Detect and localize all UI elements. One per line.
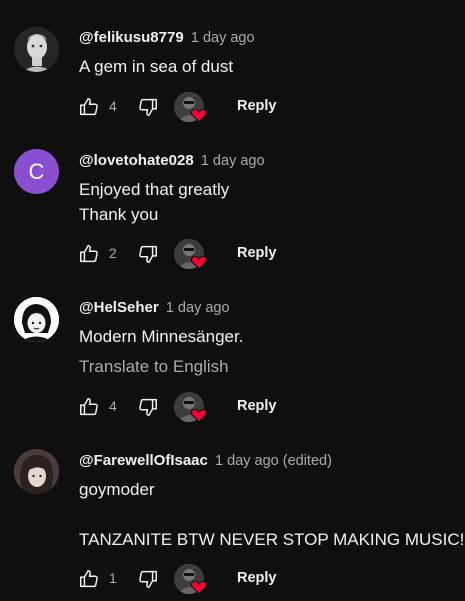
- creator-heart-badge: [174, 92, 208, 124]
- comment-actions: 1 Reply: [0, 564, 465, 596]
- user-avatar[interactable]: [14, 27, 59, 72]
- creator-heart-icon: [190, 408, 208, 423]
- like-count: 2: [109, 245, 117, 261]
- creator-heart-badge: [174, 239, 208, 271]
- comment-actions: 4 Reply: [0, 92, 465, 124]
- thumbs-down-icon[interactable]: [137, 568, 159, 590]
- thumbs-up-icon[interactable]: [78, 568, 100, 590]
- thumbs-down-icon[interactable]: [137, 396, 159, 418]
- user-avatar[interactable]: [14, 449, 59, 494]
- avatar-letter: C: [28, 158, 45, 184]
- comment-text: Enjoyed that greatly: [79, 180, 230, 199]
- comment-timestamp[interactable]: 1 day ago (edited): [215, 453, 332, 469]
- comment-header: @lovetohate028 1 day ago: [79, 152, 265, 170]
- comment-text: A gem in sea of dust: [79, 57, 234, 76]
- comment-text: goymoder: [79, 480, 155, 499]
- comment-actions: 4 Reply: [0, 392, 465, 424]
- author-handle[interactable]: @felikusu8779: [79, 29, 184, 46]
- comment-header: @FarewellOfIsaac 1 day ago (edited): [79, 452, 332, 470]
- like-count: 4: [109, 98, 117, 114]
- thumbs-up-icon[interactable]: [78, 396, 100, 418]
- comment-timestamp[interactable]: 1 day ago: [166, 300, 230, 316]
- photo-avatar-image: [14, 449, 59, 494]
- author-handle[interactable]: @HelSeher: [79, 299, 159, 316]
- thumbs-down-icon[interactable]: [137, 96, 159, 118]
- translate-link[interactable]: Translate to English: [79, 357, 229, 377]
- comment-text: Thank you: [79, 205, 159, 224]
- statue-avatar-image: [14, 27, 59, 72]
- comment-header: @HelSeher 1 day ago: [79, 299, 230, 317]
- creator-heart-badge: [174, 392, 208, 424]
- reply-button[interactable]: Reply: [237, 98, 277, 114]
- face-avatar-image: [14, 297, 59, 342]
- thumbs-down-icon[interactable]: [137, 243, 159, 265]
- like-count: 4: [109, 398, 117, 414]
- reply-button[interactable]: Reply: [237, 398, 277, 414]
- reply-button[interactable]: Reply: [237, 570, 277, 586]
- like-count: 1: [109, 570, 117, 586]
- comment-timestamp[interactable]: 1 day ago: [191, 30, 255, 46]
- creator-heart-icon: [190, 580, 208, 595]
- thumbs-up-icon[interactable]: [78, 243, 100, 265]
- comment-text: TANZANITE BTW NEVER STOP MAKING MUSIC!: [79, 530, 465, 549]
- author-handle[interactable]: @FarewellOfIsaac: [79, 452, 208, 469]
- thumbs-up-icon[interactable]: [78, 96, 100, 118]
- author-handle[interactable]: @lovetohate028: [79, 152, 194, 169]
- comment-actions: 2 Reply: [0, 239, 465, 271]
- comment-header: @felikusu8779 1 day ago: [79, 29, 255, 47]
- creator-heart-icon: [190, 108, 208, 123]
- creator-heart-badge: [174, 564, 208, 596]
- comment-timestamp[interactable]: 1 day ago: [201, 153, 265, 169]
- user-avatar[interactable]: [14, 297, 59, 342]
- reply-button[interactable]: Reply: [237, 245, 277, 261]
- comment-text: Modern Minnesänger.: [79, 327, 244, 346]
- creator-heart-icon: [190, 255, 208, 270]
- user-avatar[interactable]: C: [14, 149, 59, 194]
